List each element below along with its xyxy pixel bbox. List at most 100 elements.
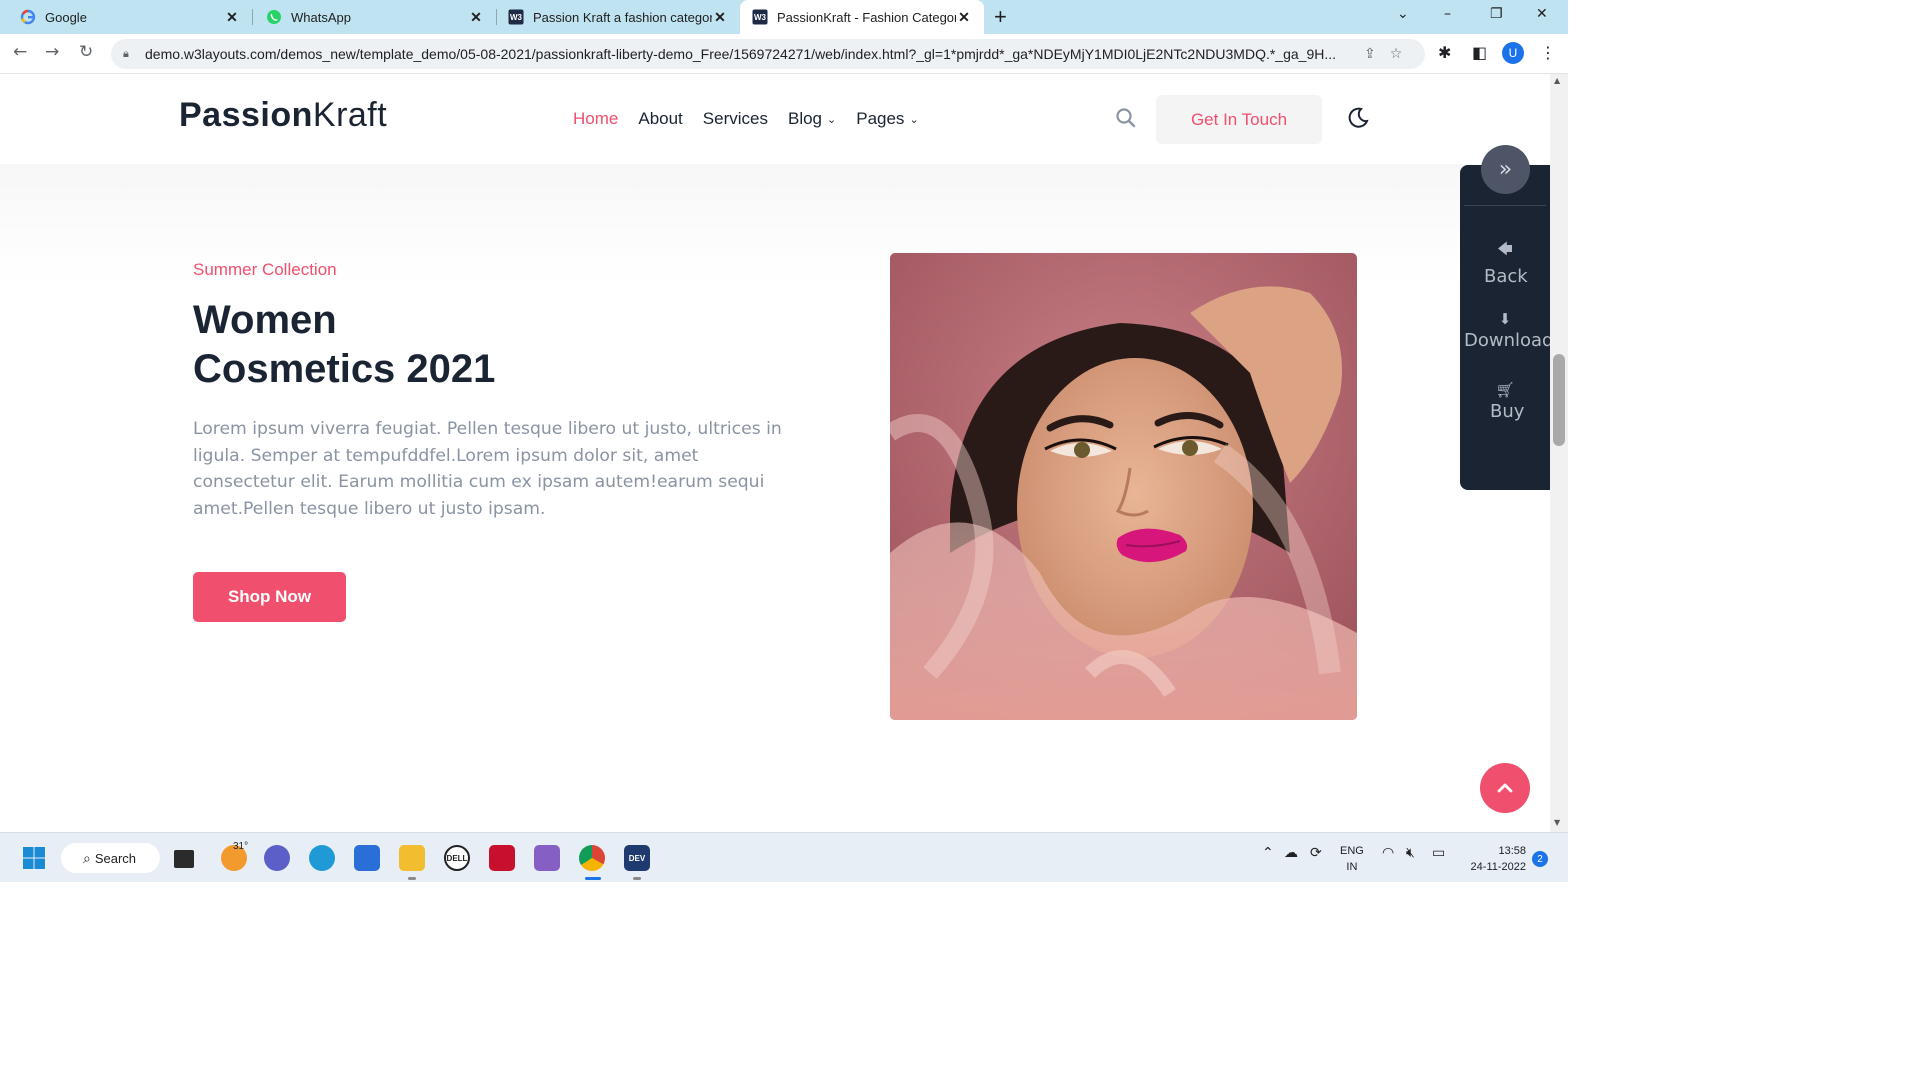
nav-home[interactable]: Home — [573, 109, 618, 129]
dell-icon[interactable]: DELL — [444, 845, 470, 871]
system-clock[interactable]: 13:58 24-11-2022 — [1464, 843, 1526, 875]
taskbar-search-label: Search — [94, 850, 137, 866]
chevron-up-icon[interactable]: ⌃ — [1262, 845, 1274, 861]
url-host: demo.w3layouts.com — [145, 46, 277, 62]
moon-icon[interactable] — [1346, 106, 1370, 130]
main-nav: Home About Services Blog ⌄ Pages ⌄ — [573, 109, 919, 129]
url-text[interactable]: demo.w3layouts.com/demos_new/template_de… — [145, 46, 1350, 62]
divider — [1464, 205, 1546, 206]
logo-light: Kraft — [312, 96, 388, 134]
forward-arrow-icon[interactable]: → — [45, 42, 59, 62]
tab-passionkraft-active[interactable]: W3 PassionKraft - Fashion Category B ✕ — [740, 0, 984, 34]
hero-title-line-2: Cosmetics 2021 — [193, 347, 496, 391]
windows-start-icon[interactable] — [21, 845, 47, 871]
share-icon[interactable]: ⇪ — [1364, 46, 1376, 62]
new-tab-button[interactable]: + — [994, 4, 1007, 30]
nav-blog[interactable]: Blog ⌄ — [788, 109, 836, 129]
nav-pages[interactable]: Pages ⌄ — [856, 109, 918, 129]
get-in-touch-button[interactable]: Get In Touch — [1156, 95, 1322, 144]
nav-label: About — [638, 109, 683, 128]
close-window-icon[interactable]: ✕ — [1536, 6, 1548, 22]
weather-temperature: 31° — [233, 841, 249, 852]
dev-app-icon[interactable]: DEV — [624, 845, 650, 871]
google-icon — [20, 9, 36, 25]
nav-label: Pages — [856, 109, 905, 128]
tab-passion-kraft[interactable]: W3 Passion Kraft a fashion category w ✕ — [496, 0, 740, 34]
tab-title: WhatsApp — [291, 9, 351, 25]
wifi-icon[interactable]: ◠ — [1382, 845, 1394, 861]
battery-icon[interactable]: ▭ — [1432, 845, 1445, 861]
onedrive-cloud-icon[interactable]: ☁ — [1284, 845, 1298, 861]
chevron-down-icon: ⌄ — [827, 113, 837, 126]
notification-badge[interactable]: 2 — [1532, 851, 1548, 867]
site-logo[interactable]: PassionKraft — [179, 96, 387, 135]
shop-now-button[interactable]: Shop Now — [193, 572, 346, 622]
side-panel-toggle[interactable]: » — [1481, 145, 1530, 194]
side-item-label: Download — [1464, 330, 1550, 351]
file-explorer-icon[interactable] — [399, 845, 425, 871]
scrollbar-thumb[interactable] — [1553, 354, 1565, 446]
close-icon[interactable]: ✕ — [468, 9, 484, 26]
visual-studio-icon[interactable] — [534, 845, 560, 871]
store-icon[interactable] — [354, 845, 380, 871]
volume-muted-icon[interactable]: 🔇︎ — [1406, 845, 1415, 861]
tab-title: PassionKraft - Fashion Category B — [777, 9, 956, 25]
mcafee-icon[interactable] — [489, 845, 515, 871]
close-icon[interactable]: ✕ — [712, 9, 728, 26]
scroll-to-top-button[interactable] — [1480, 763, 1530, 813]
input-language[interactable]: ENG IN — [1340, 843, 1364, 875]
download-icon: ⬇ — [1498, 310, 1512, 328]
nav-label: Home — [573, 109, 619, 128]
profile-avatar[interactable]: U — [1502, 42, 1524, 64]
nav-services[interactable]: Services — [703, 109, 768, 129]
region-code: IN — [1346, 861, 1358, 873]
side-buy-link[interactable]: 🛒︎ Buy — [1460, 381, 1550, 422]
side-item-label: Back — [1484, 266, 1528, 287]
side-back-link[interactable]: 🡄 Back — [1460, 239, 1550, 287]
taskbar-search[interactable]: ⌕ Search — [61, 843, 160, 873]
scroll-down-arrow-icon[interactable]: ▼ — [1554, 818, 1560, 827]
nav-about[interactable]: About — [638, 109, 682, 129]
task-view-icon[interactable] — [174, 850, 194, 868]
w3layouts-icon: W3 — [752, 9, 768, 25]
tab-google[interactable]: Google ✕ — [0, 0, 252, 34]
tab-title: Google — [45, 9, 87, 25]
address-bar[interactable]: 🔒︎ demo.w3layouts.com/demos_new/template… — [111, 39, 1425, 69]
close-icon[interactable]: ✕ — [956, 9, 972, 26]
chevron-down-icon[interactable]: ⌄ — [1397, 6, 1409, 22]
scroll-up-arrow-icon[interactable]: ▲ — [1554, 76, 1560, 85]
side-item-label: Buy — [1490, 401, 1525, 422]
svg-text:W3: W3 — [754, 13, 767, 22]
clock-date: 24-11-2022 — [1470, 861, 1526, 873]
hero-eyebrow: Summer Collection — [193, 260, 337, 279]
svg-text:W3: W3 — [510, 13, 523, 22]
edge-icon[interactable] — [309, 845, 335, 871]
running-indicator — [408, 877, 416, 880]
chat-icon[interactable] — [264, 845, 290, 871]
menu-dots-icon[interactable]: ⋮ — [1540, 43, 1556, 62]
language-code: ENG — [1340, 845, 1364, 857]
minimize-icon[interactable]: – — [1444, 6, 1451, 22]
chrome-icon[interactable] — [579, 845, 605, 871]
search-icon[interactable] — [1114, 106, 1138, 130]
sync-icon[interactable]: ⟳ — [1310, 845, 1322, 861]
cart-icon: 🛒︎ — [1495, 381, 1515, 399]
hero-title-line-1: Women — [193, 298, 337, 342]
maximize-icon[interactable]: ❐ — [1490, 6, 1503, 22]
close-icon[interactable]: ✕ — [224, 9, 240, 26]
hero-model-photo — [890, 253, 1357, 720]
reload-icon[interactable]: ↻ — [79, 42, 93, 62]
side-panel-icon[interactable]: ◧ — [1472, 43, 1487, 62]
windows-taskbar: ⌕ Search 31° DELL DEV ⌃ ☁ ⟳ ENG IN ◠ 🔇︎ … — [0, 832, 1568, 882]
nav-label: Blog — [787, 109, 823, 128]
active-indicator — [585, 877, 601, 880]
arrow-left-icon: 🡄 — [1497, 240, 1513, 258]
search-icon: ⌕ — [83, 849, 91, 866]
star-icon[interactable]: ☆ — [1390, 46, 1403, 62]
tab-whatsapp[interactable]: WhatsApp ✕ — [252, 0, 496, 34]
extensions-icon[interactable]: ✱ — [1438, 43, 1451, 62]
side-download-link[interactable]: ⬇ Download — [1460, 310, 1550, 351]
hero-title: Women Cosmetics 2021 — [193, 296, 753, 394]
back-arrow-icon[interactable]: ← — [13, 42, 27, 62]
page-scrollbar[interactable]: ▲ ▼ — [1550, 74, 1568, 832]
